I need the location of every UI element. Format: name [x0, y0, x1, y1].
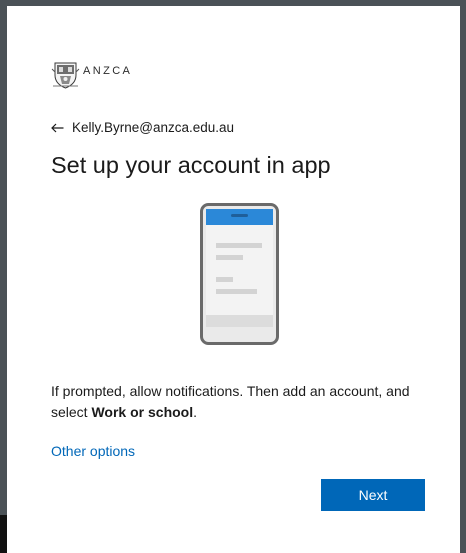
other-options-link[interactable]: Other options: [51, 443, 135, 459]
window-frame: ANZCA Kelly.Byrne@anzca.edu.au Set up yo…: [0, 0, 466, 553]
crest-logo-icon: [51, 62, 80, 89]
back-to-account-button[interactable]: Kelly.Byrne@anzca.edu.au: [51, 120, 234, 135]
instruction-bold: Work or school: [91, 404, 194, 420]
window-right-border: [460, 0, 466, 553]
instruction-text: If prompted, allow notifications. Then a…: [51, 381, 411, 423]
phone-app-icon: [200, 203, 279, 345]
window-left-border: [0, 0, 7, 553]
brand-logo: ANZCA: [51, 60, 132, 90]
brand-name: ANZCA: [83, 65, 133, 77]
page-title: Set up your account in app: [51, 152, 331, 178]
instruction-suffix: .: [193, 404, 198, 420]
arrow-left-icon: [51, 123, 64, 132]
window-left-border-dark: [0, 515, 7, 553]
next-button[interactable]: Next: [321, 479, 425, 511]
account-email: Kelly.Byrne@anzca.edu.au: [72, 120, 235, 135]
